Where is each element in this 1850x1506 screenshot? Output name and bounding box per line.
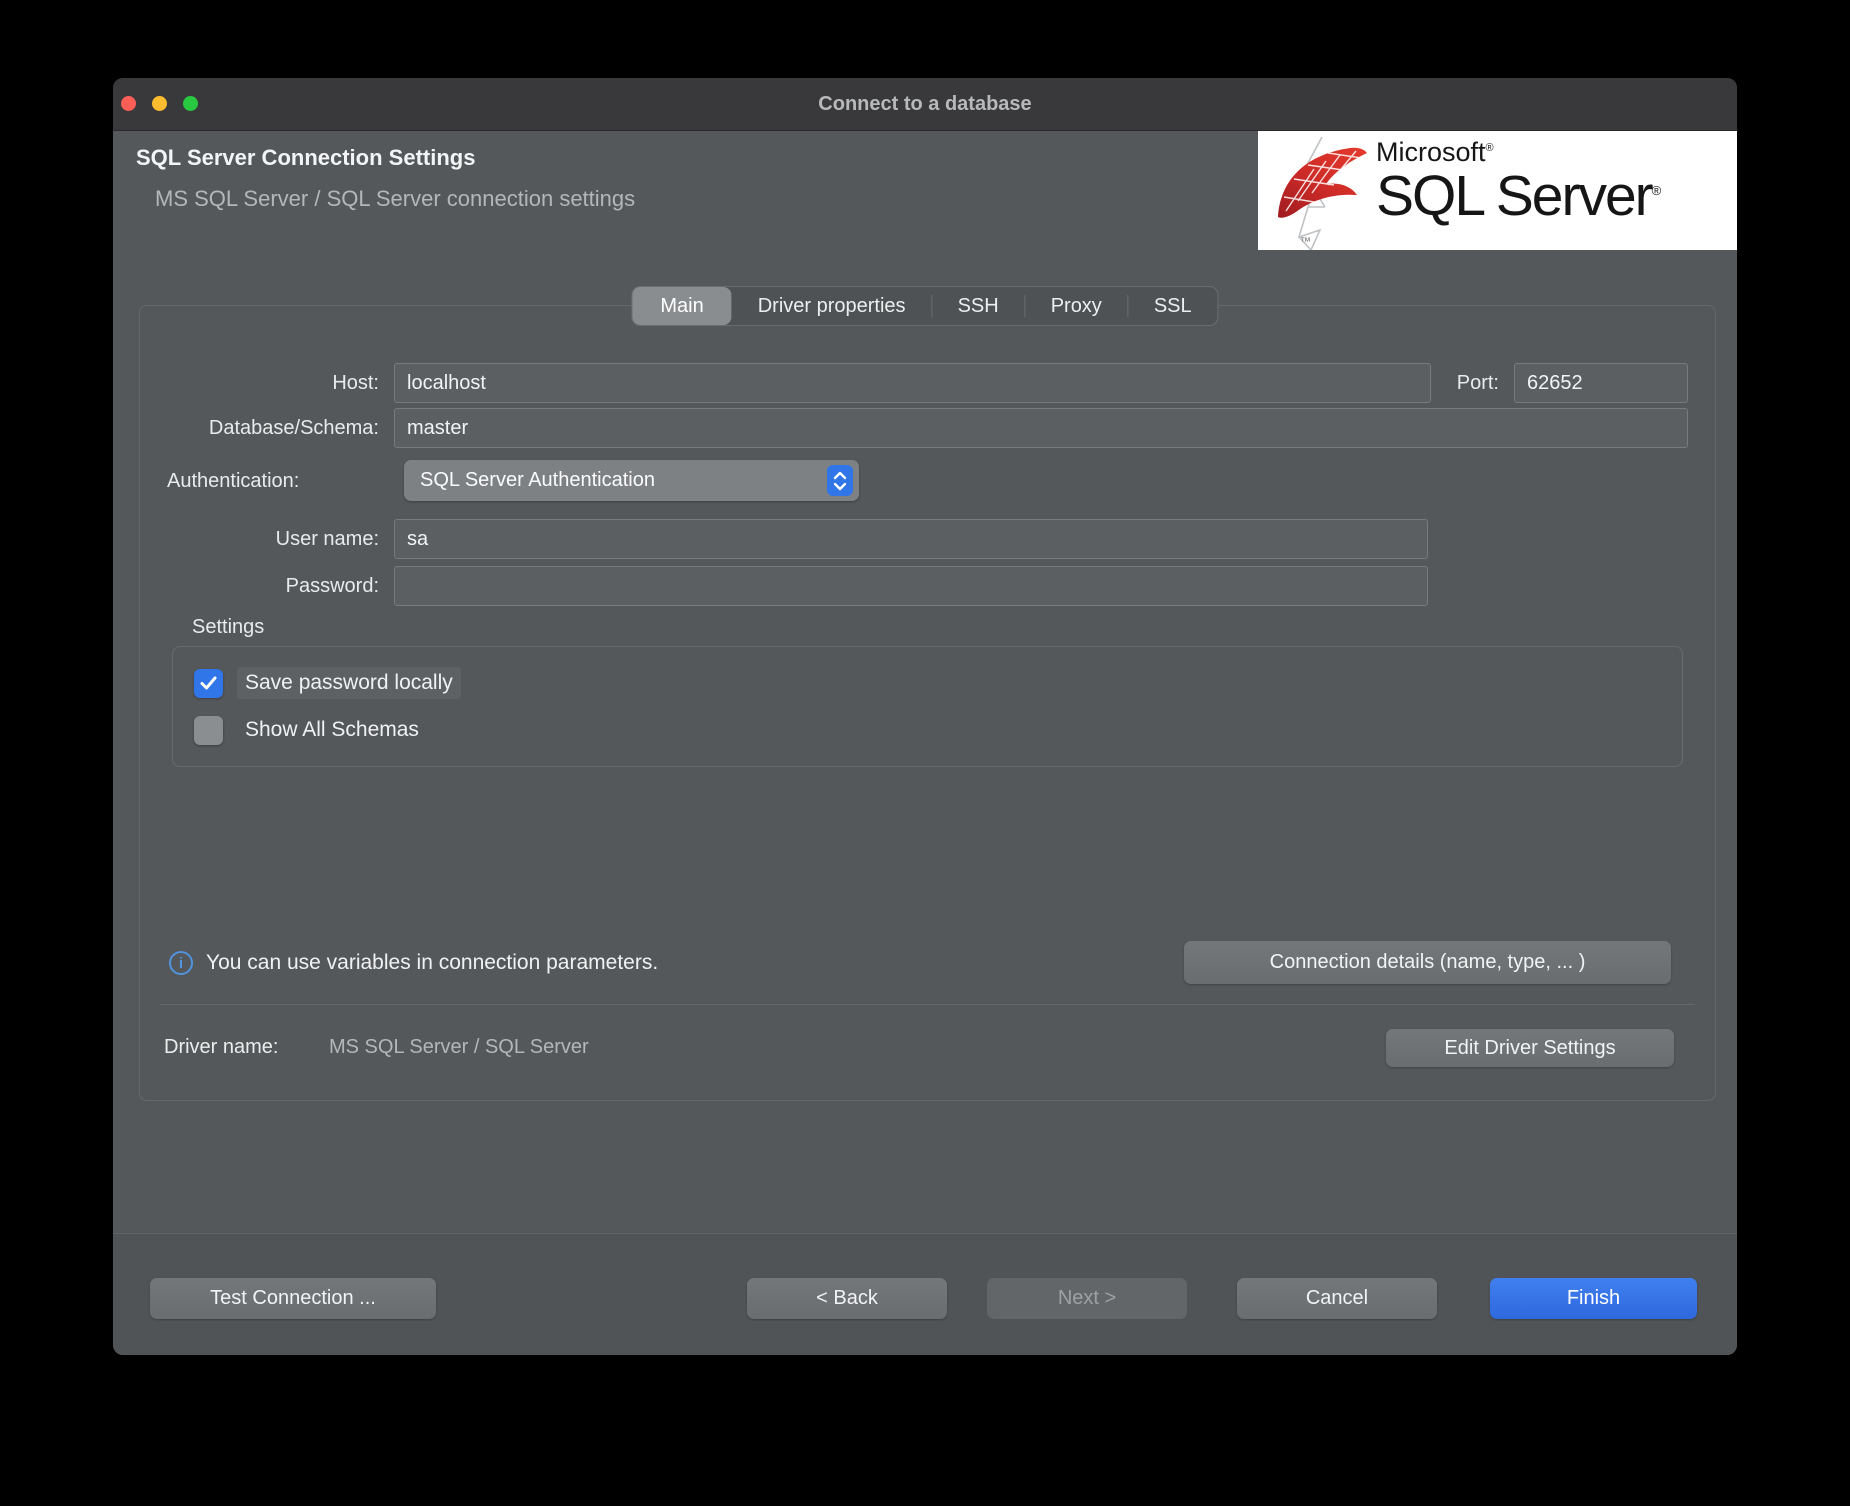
tab-driver-properties[interactable]: Driver properties — [732, 287, 932, 325]
test-connection-button[interactable]: Test Connection ... — [150, 1278, 436, 1319]
tab-proxy[interactable]: Proxy — [1025, 287, 1128, 325]
username-label: User name: — [160, 519, 379, 559]
tab-ssh[interactable]: SSH — [932, 287, 1025, 325]
finish-button[interactable]: Finish — [1490, 1278, 1697, 1319]
edit-driver-settings-button[interactable]: Edit Driver Settings — [1386, 1029, 1674, 1067]
authentication-selected-value: SQL Server Authentication — [420, 469, 827, 492]
dialog-footer: Test Connection ... < Back Next > Cancel… — [113, 1233, 1737, 1355]
info-message: You can use variables in connection para… — [206, 941, 658, 984]
save-password-row: Save password locally — [194, 663, 461, 703]
show-all-schemas-row: Show All Schemas — [194, 710, 427, 750]
next-button: Next > — [987, 1278, 1187, 1319]
tab-main[interactable]: Main — [632, 287, 731, 325]
authentication-label: Authentication: — [167, 461, 386, 501]
password-input[interactable] — [394, 566, 1428, 606]
host-input[interactable] — [394, 363, 1431, 403]
username-input[interactable] — [394, 519, 1428, 559]
back-button[interactable]: < Back — [747, 1278, 947, 1319]
settings-groupbox: Save password locally Show All Schemas — [172, 646, 1683, 767]
database-label: Database/Schema: — [160, 408, 379, 448]
titlebar: Connect to a database — [113, 78, 1737, 131]
tab-ssl[interactable]: SSL — [1128, 287, 1218, 325]
chevron-up-down-icon — [827, 465, 853, 496]
logo-brand: Microsoft — [1376, 137, 1486, 167]
tab-bar: Main Driver properties SSH Proxy SSL — [631, 286, 1218, 326]
host-label: Host: — [160, 363, 379, 403]
database-input[interactable] — [394, 408, 1688, 448]
save-password-checkbox[interactable] — [194, 669, 223, 698]
logo-product-reg: ® — [1652, 183, 1662, 198]
logo-trademark: ™ — [1300, 236, 1311, 248]
logo-text: Microsoft® SQL Server® — [1376, 139, 1661, 225]
save-password-checkbox-label[interactable]: Save password locally — [237, 667, 461, 699]
password-label: Password: — [160, 566, 379, 606]
window-title: Connect to a database — [113, 78, 1737, 131]
screen: Connect to a database SQL Server Connect… — [0, 0, 1850, 1506]
show-all-schemas-checkbox[interactable] — [194, 716, 223, 745]
sql-server-logo: ™ Microsoft® SQL Server® — [1258, 131, 1737, 250]
driver-name-value: MS SQL Server / SQL Server — [329, 1029, 589, 1065]
connection-details-button[interactable]: Connection details (name, type, ... ) — [1184, 941, 1671, 984]
driver-divider — [160, 1004, 1695, 1005]
cancel-button[interactable]: Cancel — [1237, 1278, 1437, 1319]
show-all-schemas-checkbox-label[interactable]: Show All Schemas — [237, 714, 427, 746]
page-title: SQL Server Connection Settings — [136, 145, 475, 171]
connect-dialog-window: Connect to a database SQL Server Connect… — [113, 78, 1737, 1355]
info-icon: i — [169, 951, 193, 975]
port-label: Port: — [1430, 363, 1499, 403]
logo-brand-reg: ® — [1486, 142, 1494, 154]
logo-product: SQL Server — [1376, 164, 1652, 228]
page-subtitle: MS SQL Server / SQL Server connection se… — [155, 186, 635, 212]
driver-name-label: Driver name: — [164, 1029, 278, 1065]
settings-group-label: Settings — [192, 616, 264, 639]
main-settings-panel: Host: Port: Database/Schema: Authenticat… — [139, 305, 1716, 1101]
sql-server-swoosh-icon — [1264, 133, 1376, 250]
port-input[interactable] — [1514, 363, 1688, 403]
authentication-select[interactable]: SQL Server Authentication — [404, 460, 859, 501]
